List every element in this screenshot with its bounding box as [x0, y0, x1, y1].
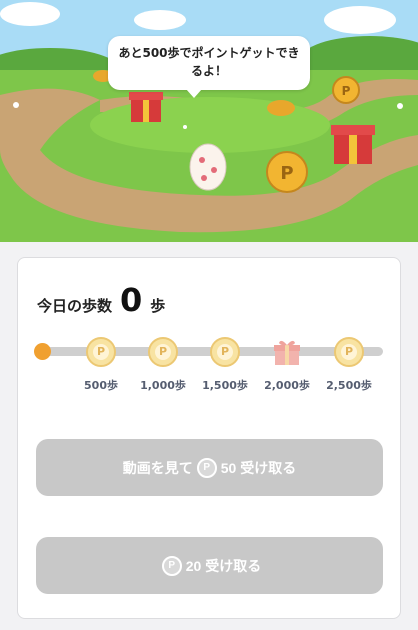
gift-icon — [129, 92, 163, 122]
video-button-prefix: 動画を見て — [122, 459, 193, 476]
milestone-label: 1,000歩 — [140, 379, 186, 392]
milestone-label: 2,500歩 — [326, 379, 372, 392]
milestone-2000-gift-icon — [272, 337, 302, 367]
hint-speech-bubble: あと500歩でポイントゲットできるよ！ — [108, 36, 310, 98]
watch-video-claim-button[interactable]: 動画を見て P 50 受け取る — [36, 439, 383, 496]
milestone-label: 1,500歩 — [202, 379, 248, 392]
coin-icon: P — [332, 76, 360, 104]
egg-character — [189, 143, 227, 191]
video-button-suffix: 受け取る — [240, 459, 297, 476]
claim-points-button[interactable]: P 20 受け取る — [36, 537, 383, 594]
video-button-amount: 50 — [220, 459, 237, 476]
milestone-1500-coin-icon: P — [210, 337, 240, 367]
claim-button-amount: 20 — [185, 557, 202, 574]
milestone-label: 500歩 — [84, 379, 118, 392]
today-steps-value: 0 — [120, 281, 143, 319]
svg-text:P: P — [280, 163, 293, 184]
gift-icon — [331, 125, 375, 164]
point-coin-icon: P — [161, 555, 182, 576]
svg-text:P: P — [342, 84, 351, 98]
claim-button-suffix: 受け取る — [205, 557, 262, 574]
step-counter-card: 今日の歩数 0 歩 P P P P 500歩 1,000歩 1,500歩 2,0… — [17, 257, 401, 619]
today-steps: 今日の歩数 0 歩 — [37, 282, 165, 318]
point-coin-icon: P — [196, 457, 217, 478]
milestone-1000-coin-icon: P — [148, 337, 178, 367]
milestone-500-coin-icon: P — [86, 337, 116, 367]
progress-indicator — [34, 343, 51, 360]
hint-message: あと500歩でポイントゲットできるよ！ — [118, 46, 300, 78]
milestone-2500-coin-icon: P — [334, 337, 364, 367]
milestone-label: 2,000歩 — [264, 379, 310, 392]
today-steps-label: 今日の歩数 — [37, 297, 113, 315]
today-steps-unit: 歩 — [150, 297, 166, 315]
coin-icon: P — [266, 151, 308, 193]
